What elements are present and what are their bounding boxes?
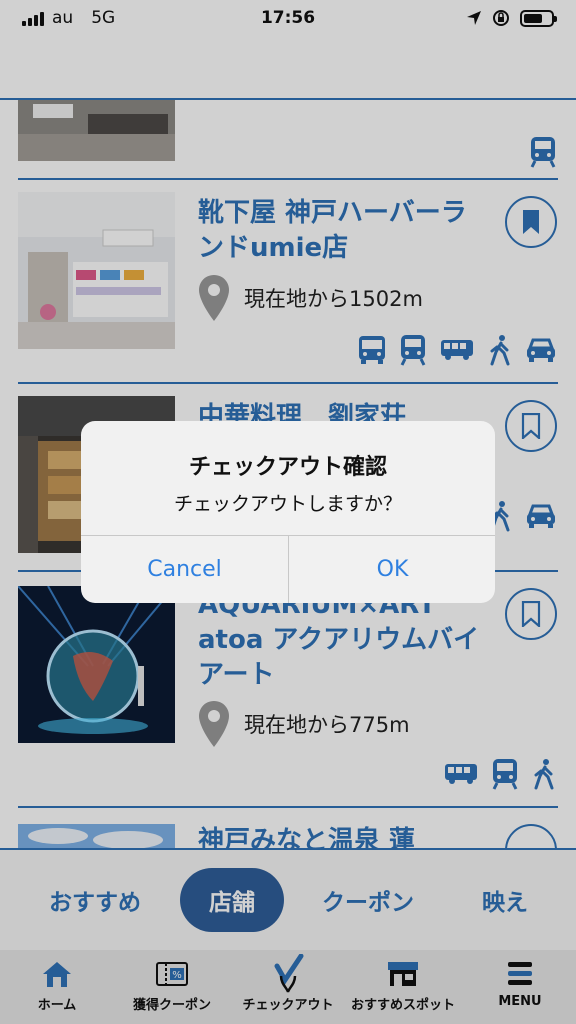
dialog-title: チェックアウト確認 <box>188 455 387 480</box>
dialog-message: チェックアウトしますか？ <box>173 493 402 515</box>
ok-button[interactable]: OK <box>289 536 495 603</box>
app-screen: au 5G 17:56 靴下屋 神戸ハーバーランドumie店 現在地から1502… <box>0 0 576 1024</box>
cancel-button[interactable]: Cancel <box>81 536 288 603</box>
checkout-confirm-dialog: チェックアウト確認 チェックアウトしますか？ Cancel OK <box>81 421 495 603</box>
